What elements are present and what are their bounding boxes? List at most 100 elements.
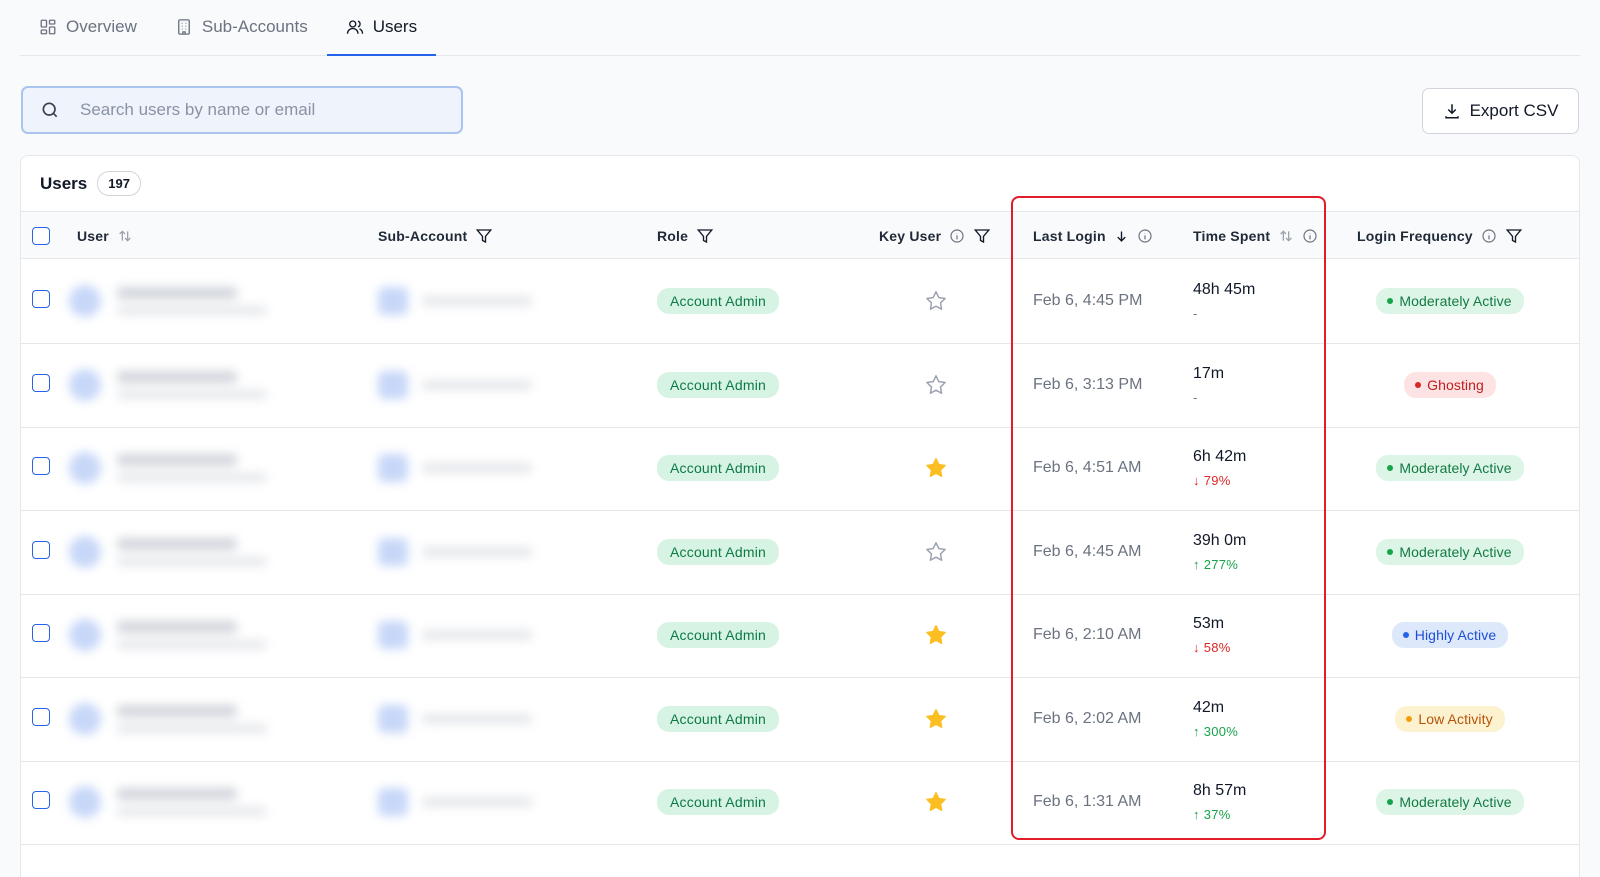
tab-sub-accounts-label: Sub-Accounts [201,17,308,36]
row-checkbox[interactable] [32,707,50,726]
time-spent-value: 48h 45m [1193,281,1256,298]
key-user-star[interactable] [924,343,948,427]
export-csv-label: Export CSV [1469,101,1559,120]
status-dot [1387,548,1394,555]
row-checkbox[interactable] [32,290,50,308]
column-time-spent[interactable]: Time Spent [1193,212,1318,260]
column-role[interactable]: Role [657,212,714,260]
login-frequency-label: Moderately Active [1399,794,1512,810]
star-outline-icon[interactable] [924,373,948,397]
download-icon [1444,104,1459,119]
column-time-spent-label: Time Spent [1193,228,1271,244]
time-spent: 6h 42m ↓ 79% [1193,448,1246,488]
status-dot [1402,632,1409,638]
star-filled-icon[interactable] [924,623,948,647]
row-checkbox[interactable] [32,373,50,392]
row-checkbox[interactable] [32,791,50,809]
status-dot [1387,465,1394,471]
time-spent: 48h 45m - [1193,281,1255,321]
time-spent-change: ↓ 58% [1193,640,1231,655]
tab-users[interactable]: Users [326,0,437,56]
tab-sub-accounts[interactable]: Sub-Accounts [156,0,327,55]
filter-icon[interactable] [696,227,714,245]
tab-overview[interactable]: Overview [20,0,156,55]
key-user-star[interactable] [924,426,948,510]
star-outline-icon[interactable] [924,289,948,313]
table-row[interactable]: Account Admin Feb 6, 3:13 PM 17m - Ghosting [21,343,1579,428]
column-user-label: User [77,228,109,244]
sort-descending-icon[interactable] [1114,229,1129,244]
key-user-star[interactable] [924,510,948,594]
search-input[interactable] [80,100,440,120]
star-filled-icon[interactable] [924,790,948,814]
column-sub-account[interactable]: Sub-Account [378,212,493,260]
filter-icon[interactable] [973,227,991,245]
time-spent: 39h 0m ↑ 277% [1193,532,1246,572]
info-icon[interactable] [949,228,965,244]
row-checkbox[interactable] [32,457,50,475]
sub-account-logo [378,370,408,399]
table-row[interactable]: Account Admin Feb 6, 4:45 AM 39h 0m ↑ 277% M… [21,510,1579,595]
status-dot [1415,381,1422,388]
role-badge: Account Admin [657,288,779,314]
building-icon [177,19,190,35]
sub-account-cell-redacted[interactable] [378,510,658,594]
column-login-frequency[interactable]: Login Frequency [1357,212,1523,260]
table-row[interactable]: Account Admin Feb 6, 4:51 AM 6h 42m ↓ 79% Mo… [21,426,1579,511]
sub-account-cell-redacted[interactable] [378,426,658,510]
info-icon[interactable] [1481,228,1497,244]
time-spent-value: 42m [1193,698,1225,716]
sub-account-logo [378,537,408,566]
key-user-star[interactable] [924,593,948,677]
users-table-card: Users 197 User Sub-Account Role Key User… [20,155,1580,877]
filter-icon[interactable] [1505,227,1523,245]
search-box [21,86,463,134]
info-icon[interactable] [1137,228,1153,244]
select-all-checkbox[interactable] [32,227,50,245]
key-user-star[interactable] [924,677,948,761]
time-spent-value: 53m [1193,615,1225,632]
star-filled-icon[interactable] [924,707,948,731]
sub-account-cell-redacted[interactable] [378,760,658,844]
column-key-user[interactable]: Key User [879,212,991,260]
key-user-star[interactable] [924,760,948,844]
sort-icon[interactable] [1278,228,1294,244]
login-frequency-label: Ghosting [1427,376,1484,393]
star-outline-icon[interactable] [924,540,948,564]
tab-users-label: Users [372,17,418,36]
avatar [69,535,101,568]
filter-icon[interactable] [475,227,493,245]
login-frequency-label: Moderately Active [1399,293,1512,309]
last-login-value: Feb 6, 2:10 AM [1033,626,1142,643]
star-filled-icon[interactable] [924,456,948,480]
key-user-star[interactable] [924,259,948,343]
row-checkbox[interactable] [32,540,50,559]
time-spent-change: ↑ 277% [1193,556,1239,572]
sub-account-logo [378,287,408,315]
sub-account-cell-redacted[interactable] [378,593,658,677]
table-header: Users 197 [21,156,1579,211]
sub-account-cell-redacted[interactable] [378,259,658,343]
time-spent-change: - [1193,306,1198,321]
row-checkbox[interactable] [32,624,50,642]
avatar [69,368,101,401]
info-icon[interactable] [1302,228,1318,244]
tab-overview-label: Overview [66,17,137,36]
time-spent: 53m ↓ 58% [1193,615,1231,655]
export-csv-button[interactable]: Export CSV [1422,88,1579,134]
column-last-login[interactable]: Last Login [1033,212,1153,260]
dashboard-icon [40,19,56,35]
table-row[interactable]: Account Admin Feb 6, 2:02 AM 42m ↑ 300% Low … [21,677,1579,762]
column-user[interactable]: User [77,212,133,260]
time-spent: 17m - [1193,365,1224,405]
login-frequency-badge: Moderately Active [1376,288,1524,314]
sub-account-cell-redacted[interactable] [378,343,658,427]
table-row[interactable]: Account Admin Feb 6, 4:45 PM 48h 45m - Moder… [21,259,1579,344]
column-key-user-label: Key User [879,228,942,244]
login-frequency-badge: Moderately Active [1376,538,1524,565]
table-row[interactable]: Account Admin Feb 6, 2:10 AM 53m ↓ 58% Highl… [21,593,1579,678]
table-row[interactable]: Account Admin Feb 6, 1:31 AM 8h 57m ↑ 37% Mo… [21,760,1579,845]
sub-account-cell-redacted[interactable] [378,677,658,761]
table-column-header: User Sub-Account Role Key User Last Logi… [21,211,1579,259]
sort-icon[interactable] [117,228,133,244]
